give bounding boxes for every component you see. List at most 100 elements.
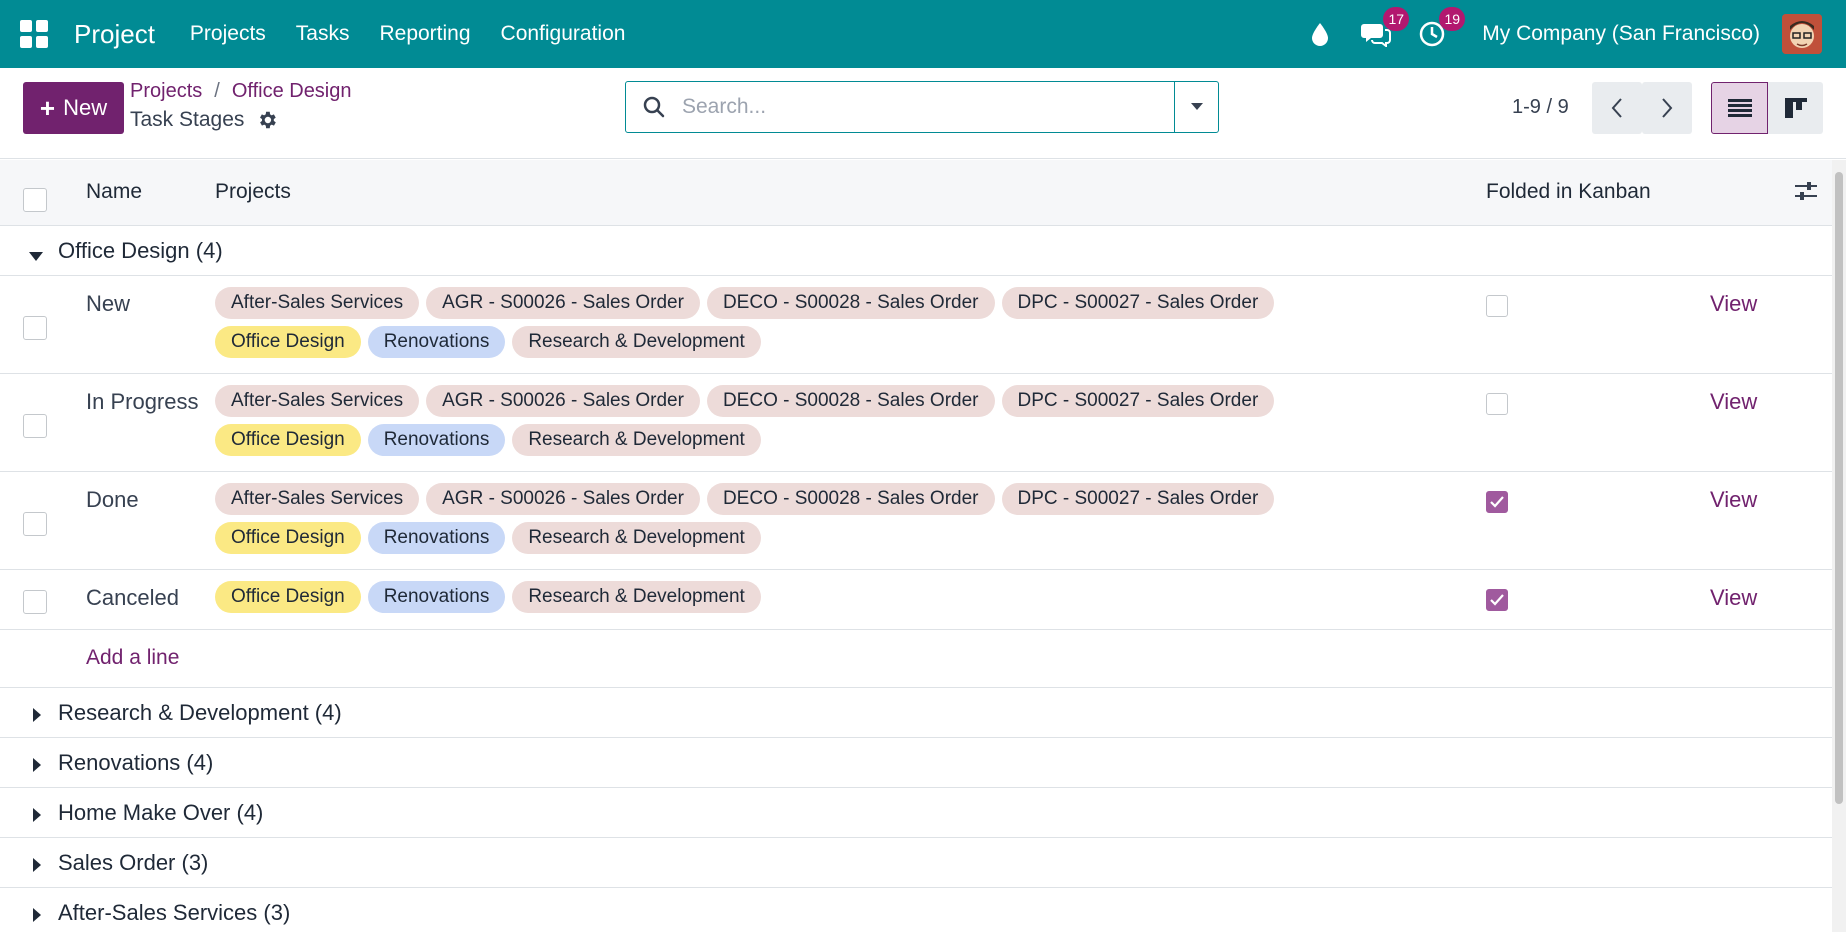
project-tag: Research & Development	[512, 581, 761, 613]
row-checkbox[interactable]	[23, 414, 47, 438]
top-navbar: Project Projects Tasks Reporting Configu…	[0, 0, 1846, 68]
scrollbar[interactable]	[1832, 160, 1846, 932]
group-label: Research & Development (4)	[58, 700, 342, 725]
table-row[interactable]: Done After-Sales Services AGR - S00026 - S…	[0, 472, 1832, 570]
add-a-line-link[interactable]: Add a line	[86, 646, 179, 670]
stage-name[interactable]: New	[86, 291, 130, 317]
row-checkbox[interactable]	[23, 316, 47, 340]
breadcrumb-projects[interactable]: Projects	[130, 80, 202, 103]
droplet-icon[interactable]	[1303, 17, 1337, 51]
caret-right-icon	[33, 808, 41, 822]
menu-tasks[interactable]: Tasks	[296, 22, 350, 46]
folded-in-kanban-checkbox[interactable]	[1486, 589, 1508, 611]
header-folded-in-kanban[interactable]: Folded in Kanban	[1486, 180, 1651, 204]
messages-icon[interactable]: 17	[1359, 7, 1410, 51]
control-panel: + New Projects / Office Design Task Stage…	[0, 68, 1846, 159]
group-label: Office Design (4)	[58, 238, 223, 263]
table-row[interactable]: Canceled Office Design Renovations Research…	[0, 570, 1832, 630]
stage-name[interactable]: Done	[86, 487, 139, 513]
project-tag: Research & Development	[512, 522, 761, 554]
chevron-left-icon	[1611, 98, 1622, 118]
plus-icon: +	[39, 92, 56, 123]
avatar[interactable]	[1782, 14, 1822, 54]
select-all-checkbox[interactable]	[23, 188, 47, 212]
row-checkbox[interactable]	[23, 512, 47, 536]
project-tag: DPC - S00027 - Sales Order	[1001, 483, 1275, 515]
kanban-view-button[interactable]	[1768, 82, 1823, 134]
pager-next-button[interactable]	[1642, 82, 1692, 134]
search-bar	[625, 81, 1219, 133]
project-tag: Office Design	[215, 424, 361, 456]
project-tags: After-Sales Services AGR - S00026 - Sales…	[215, 287, 1415, 365]
view-button[interactable]: View	[1710, 585, 1757, 611]
optional-columns-icon[interactable]	[1794, 180, 1818, 208]
project-tag: Research & Development	[512, 326, 761, 358]
folded-in-kanban-checkbox[interactable]	[1486, 295, 1508, 317]
project-tag: AGR - S00026 - Sales Order	[426, 385, 700, 417]
breadcrumb: Projects / Office Design	[130, 80, 352, 103]
group-label: After-Sales Services (3)	[58, 900, 291, 925]
caret-right-icon	[33, 758, 41, 772]
new-button[interactable]: + New	[23, 82, 124, 134]
caret-down-icon	[1190, 103, 1203, 110]
task-stages-list: Name Projects Folded in Kanban Office De…	[0, 160, 1832, 932]
group-header[interactable]: Office Design (4)	[0, 226, 1832, 276]
project-tag: AGR - S00026 - Sales Order	[426, 483, 700, 515]
app-name[interactable]: Project	[74, 19, 155, 50]
project-tag: Office Design	[215, 326, 361, 358]
page-title-container: Task Stages	[130, 108, 278, 132]
scrollbar-thumb[interactable]	[1835, 172, 1843, 804]
page-title: Task Stages	[130, 108, 245, 131]
project-tag: DECO - S00028 - Sales Order	[706, 287, 995, 319]
project-tags: After-Sales Services AGR - S00026 - Sales…	[215, 483, 1415, 561]
group-label: Home Make Over (4)	[58, 800, 264, 825]
search-icon	[626, 82, 682, 132]
group-label: Renovations (4)	[58, 750, 214, 775]
view-button[interactable]: View	[1710, 487, 1757, 513]
group-header[interactable]: Sales Order (3)	[0, 838, 1832, 888]
company-switcher[interactable]: My Company (San Francisco)	[1482, 22, 1760, 46]
table-row[interactable]: New After-Sales Services AGR - S00026 - Sa…	[0, 276, 1832, 374]
menu-projects[interactable]: Projects	[190, 22, 266, 46]
folded-in-kanban-checkbox[interactable]	[1486, 491, 1508, 513]
caret-right-icon	[33, 708, 41, 722]
kanban-view-icon	[1784, 98, 1807, 118]
header-projects[interactable]: Projects	[215, 180, 291, 204]
project-tag: Renovations	[367, 522, 506, 554]
header-name[interactable]: Name	[86, 180, 142, 204]
search-options-toggle[interactable]	[1174, 82, 1218, 132]
project-tag: After-Sales Services	[215, 385, 420, 417]
group-header[interactable]: Home Make Over (4)	[0, 788, 1832, 838]
list-view-button[interactable]	[1711, 82, 1768, 134]
pager-value[interactable]: 1-9 / 9	[1512, 96, 1569, 119]
search-input[interactable]	[682, 82, 1174, 132]
project-tag: Research & Development	[512, 424, 761, 456]
project-tags: After-Sales Services AGR - S00026 - Sales…	[215, 385, 1415, 463]
breadcrumb-office-design[interactable]: Office Design	[232, 80, 352, 103]
view-button[interactable]: View	[1710, 291, 1757, 317]
gear-icon[interactable]	[256, 109, 278, 131]
row-checkbox[interactable]	[23, 590, 47, 614]
activities-clock-icon[interactable]: 19	[1415, 7, 1466, 51]
menu-configuration[interactable]: Configuration	[501, 22, 626, 46]
activities-badge: 19	[1439, 7, 1466, 31]
table-header: Name Projects Folded in Kanban	[0, 160, 1832, 226]
stage-name[interactable]: In Progress	[86, 389, 199, 415]
project-tag: AGR - S00026 - Sales Order	[426, 287, 700, 319]
stage-name[interactable]: Canceled	[86, 585, 179, 611]
group-header[interactable]: After-Sales Services (3)	[0, 888, 1832, 932]
folded-in-kanban-checkbox[interactable]	[1486, 393, 1508, 415]
caret-down-icon	[29, 252, 43, 261]
table-row[interactable]: In Progress After-Sales Services AGR - S00…	[0, 374, 1832, 472]
caret-right-icon	[33, 858, 41, 872]
menu-reporting[interactable]: Reporting	[379, 22, 470, 46]
chevron-right-icon	[1662, 98, 1673, 118]
project-tag: Renovations	[367, 424, 506, 456]
pager-previous-button[interactable]	[1592, 82, 1642, 134]
group-header[interactable]: Research & Development (4)	[0, 688, 1832, 738]
caret-right-icon	[33, 908, 41, 922]
view-button[interactable]: View	[1710, 389, 1757, 415]
group-header[interactable]: Renovations (4)	[0, 738, 1832, 788]
project-tag: DPC - S00027 - Sales Order	[1001, 287, 1275, 319]
app-grid-icon[interactable]	[20, 20, 48, 48]
